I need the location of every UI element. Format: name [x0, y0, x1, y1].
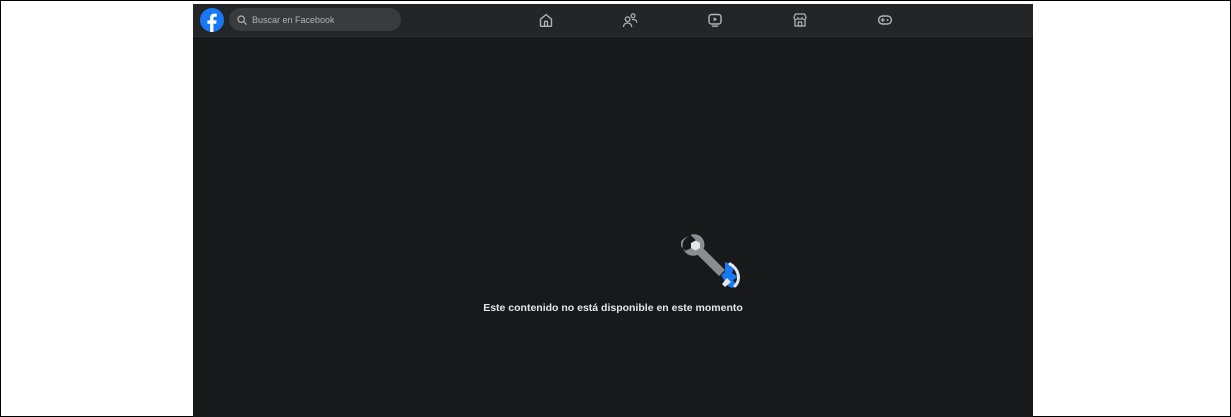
search-icon	[237, 14, 247, 25]
watch-icon	[708, 13, 722, 27]
home-icon	[539, 13, 553, 27]
facebook-window: Este contenido no está disponible en est…	[193, 4, 1033, 417]
nav-home[interactable]	[536, 10, 556, 30]
search-input[interactable]	[252, 14, 392, 25]
broken-wrench-icon	[681, 234, 740, 288]
nav-gaming[interactable]	[875, 10, 895, 30]
marketplace-icon	[793, 13, 807, 27]
gaming-icon	[877, 15, 893, 25]
search-box[interactable]	[229, 8, 401, 31]
top-navigation-bar	[193, 4, 1033, 37]
nav-friends[interactable]	[620, 10, 640, 30]
facebook-logo-icon[interactable]	[200, 8, 224, 32]
friends-icon	[622, 13, 638, 28]
nav-marketplace[interactable]	[790, 10, 810, 30]
unavailable-message: Este contenido no está disponible en est…	[483, 302, 743, 314]
nav-watch[interactable]	[705, 10, 725, 30]
